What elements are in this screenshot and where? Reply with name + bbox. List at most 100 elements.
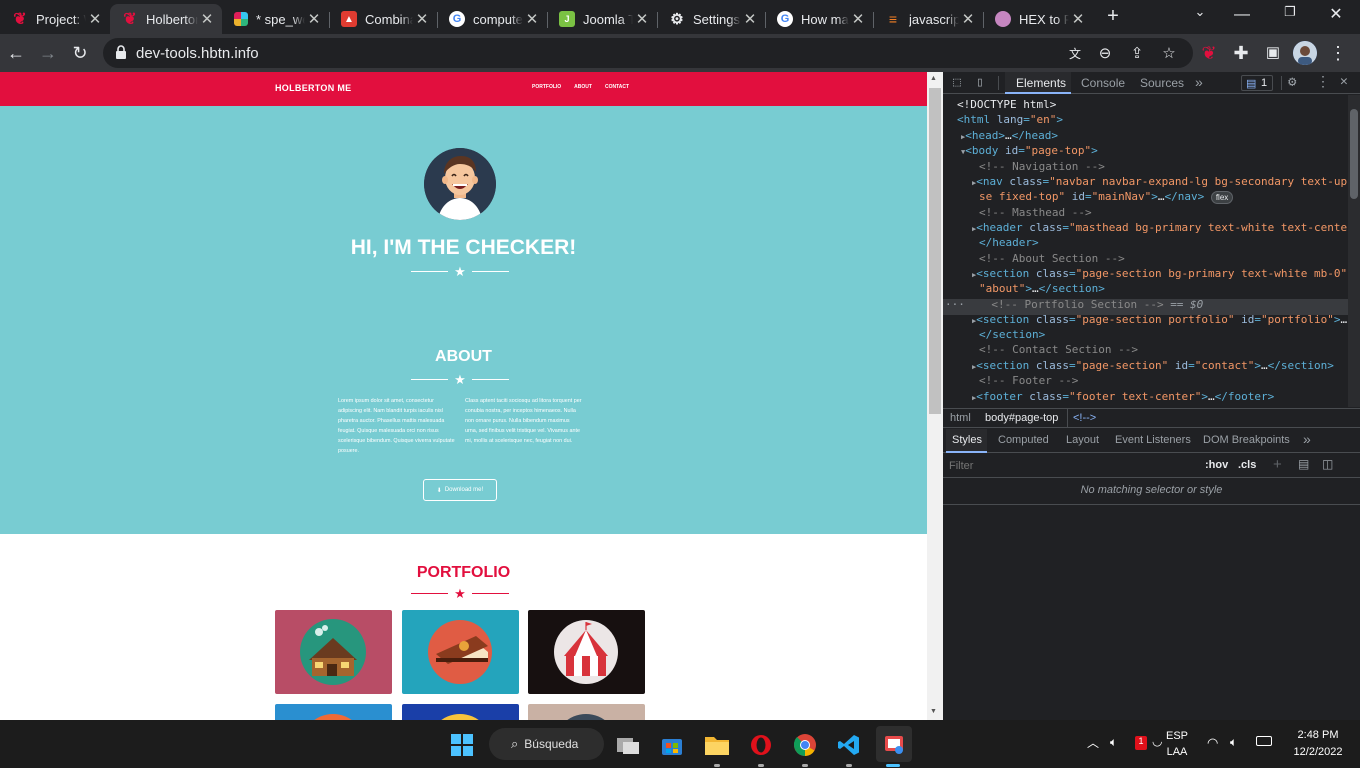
close-icon[interactable]: ✕	[523, 10, 541, 28]
keyboard-layout[interactable]: LAA	[1166, 746, 1188, 758]
comment-masthead[interactable]: <!-- Masthead -->	[979, 205, 1360, 220]
portfolio-item-game[interactable]	[275, 704, 392, 720]
page-scrollbar[interactable]: ▲ ▼	[927, 72, 943, 720]
toggle-sidebar-icon[interactable]: ◫	[1322, 457, 1333, 471]
nav-link-about[interactable]: ABOUT	[574, 84, 592, 90]
microsoft-store-icon[interactable]	[656, 729, 688, 761]
opera-notification-icon[interactable]: 1	[1135, 736, 1147, 750]
tab-computer[interactable]: G computer ✕	[437, 4, 547, 34]
download-button[interactable]: ⬇ Download me!	[423, 479, 497, 501]
tab-search-icon[interactable]: ⌄	[1180, 4, 1220, 20]
snipping-tool-icon[interactable]	[876, 726, 912, 762]
inspect-element-icon[interactable]: ⬚	[953, 75, 961, 90]
portfolio-item-safe[interactable]	[402, 704, 519, 720]
tab-hex-to-rgb[interactable]: HEX to RGB ✕	[983, 4, 1093, 34]
close-icon[interactable]: ✕	[633, 10, 651, 28]
clock-date[interactable]: 12/2/2022	[1283, 746, 1353, 758]
portfolio-item-circus[interactable]	[528, 610, 645, 694]
devtools-more-icon[interactable]: ⋮	[1316, 74, 1330, 90]
comment-footer[interactable]: <!-- Footer -->	[979, 373, 1360, 388]
more-menu-icon[interactable]: ⋮	[1326, 41, 1350, 65]
footer-line[interactable]: ▶<footer class="footer text-center">…</f…	[972, 389, 1360, 406]
tab-styles[interactable]: Styles	[952, 434, 982, 446]
language-code[interactable]: ESP	[1166, 730, 1188, 742]
breadcrumb-body[interactable]: body#page-top	[985, 412, 1058, 424]
speaker-icon[interactable]: 🔈︎	[1110, 735, 1117, 750]
portfolio-item-submarine[interactable]	[528, 704, 645, 720]
window-close-icon[interactable]: ✕	[1316, 4, 1356, 24]
comment-portfolio-selected[interactable]: ··· <!-- Portfolio Section --> == $0	[945, 297, 1345, 312]
extensions-puzzle-icon[interactable]: ✚	[1229, 41, 1253, 65]
section-close-line[interactable]: </section>	[979, 327, 1360, 342]
computed-styles-icon[interactable]: ▤	[1298, 457, 1309, 471]
more-style-tabs-icon[interactable]: »	[1303, 431, 1311, 447]
windows-start-icon[interactable]	[446, 729, 478, 761]
close-icon[interactable]: ✕	[959, 10, 977, 28]
taskbar-search[interactable]: ⌕ Búsqueda	[489, 728, 604, 760]
nav-link-contact[interactable]: CONTACT	[605, 84, 629, 90]
more-tabs-icon[interactable]: »	[1195, 74, 1203, 90]
close-icon[interactable]: ✕	[305, 10, 323, 28]
profile-avatar[interactable]	[1293, 41, 1317, 65]
volume-icon[interactable]: 🔈︎	[1230, 735, 1237, 750]
comment-navigation[interactable]: <!-- Navigation -->	[979, 159, 1360, 174]
site-brand-link[interactable]: HOLBERTON ME	[275, 83, 351, 93]
nav-link-portfolio[interactable]: PORTFOLIO	[532, 84, 561, 90]
tab-layout[interactable]: Layout	[1066, 434, 1099, 446]
settings-gear-icon[interactable]: ⚙	[1288, 74, 1296, 90]
tray-chevron-icon[interactable]: ︿	[1087, 734, 1099, 751]
html-line[interactable]: <html lang="en">	[957, 112, 1357, 127]
hov-toggle[interactable]: :hov	[1205, 459, 1228, 471]
device-toolbar-icon[interactable]: ▯	[976, 75, 984, 90]
section-about-cont[interactable]: "about">…</section>	[979, 281, 1360, 296]
clock-time[interactable]: 2:48 PM	[1288, 729, 1348, 741]
breadcrumb-html[interactable]: html	[950, 412, 971, 424]
tab-computed[interactable]: Computed	[998, 434, 1049, 446]
close-icon[interactable]: ✕	[1069, 10, 1087, 28]
flex-badge[interactable]: flex	[1210, 191, 1234, 204]
header-close-line[interactable]: </header>	[979, 235, 1360, 250]
task-view-icon[interactable]	[612, 729, 644, 761]
breadcrumb-comment[interactable]: <!-->	[1073, 412, 1096, 424]
side-panel-icon[interactable]: ▣	[1261, 41, 1285, 65]
vscode-icon[interactable]	[833, 729, 865, 761]
scroll-up-icon[interactable]: ▲	[930, 75, 937, 82]
chrome-icon[interactable]	[789, 729, 821, 761]
wifi-icon[interactable]: ◠	[1207, 735, 1218, 751]
translate-icon[interactable]: 文	[1065, 44, 1085, 64]
address-bar[interactable]: dev-tools.hbtn.info 文 ⊖ ⇪ ☆	[103, 38, 1193, 68]
tab-elements[interactable]: Elements	[1016, 76, 1066, 90]
forward-icon[interactable]: →	[36, 41, 60, 65]
tree-scrollbar[interactable]	[1348, 95, 1360, 407]
restore-icon[interactable]: ❐	[1270, 4, 1310, 20]
tab-slack[interactable]: * spe_web ✕	[222, 4, 329, 34]
tab-holberton[interactable]: ❦ Holberton ✕	[110, 4, 222, 34]
close-icon[interactable]: ✕	[198, 10, 216, 28]
portfolio-item-cabin[interactable]	[275, 610, 392, 694]
mic-icon[interactable]: ◡	[1152, 734, 1162, 748]
tab-sources[interactable]: Sources	[1140, 76, 1184, 90]
body-line[interactable]: ▼<body id="page-top">	[961, 143, 1360, 160]
tab-joomla[interactable]: J Joomla Tutorial ✕	[547, 4, 657, 34]
share-icon[interactable]: ⇪	[1127, 44, 1147, 64]
minimize-icon[interactable]: —	[1222, 6, 1262, 24]
issues-badge[interactable]: ▤ 1	[1241, 75, 1273, 91]
close-icon[interactable]: ✕	[413, 10, 431, 28]
close-icon[interactable]: ✕	[86, 10, 104, 28]
comment-contact[interactable]: <!-- Contact Section -->	[979, 342, 1360, 357]
file-explorer-icon[interactable]	[701, 729, 733, 761]
battery-icon[interactable]	[1256, 736, 1272, 746]
nav-line-cont[interactable]: se fixed-top" id="mainNav">…</nav> flex	[979, 189, 1360, 204]
tab-project[interactable]: ❦ Project: Web ✕	[0, 4, 110, 34]
zoom-icon[interactable]: ⊖	[1095, 44, 1115, 64]
styles-filter-input[interactable]	[945, 457, 1195, 475]
back-icon[interactable]: ←	[4, 41, 28, 65]
tab-settings[interactable]: ⚙ Settings ✕	[657, 4, 765, 34]
close-icon[interactable]: ✕	[849, 10, 867, 28]
scroll-down-icon[interactable]: ▼	[930, 708, 937, 715]
tab-event-listeners[interactable]: Event Listeners	[1115, 434, 1191, 446]
tab-combination[interactable]: ▲ Combination ✕	[329, 4, 437, 34]
devtools-close-icon[interactable]: ✕	[1340, 74, 1348, 89]
tab-how-many[interactable]: G How many ✕	[765, 4, 873, 34]
opera-icon[interactable]	[745, 729, 777, 761]
